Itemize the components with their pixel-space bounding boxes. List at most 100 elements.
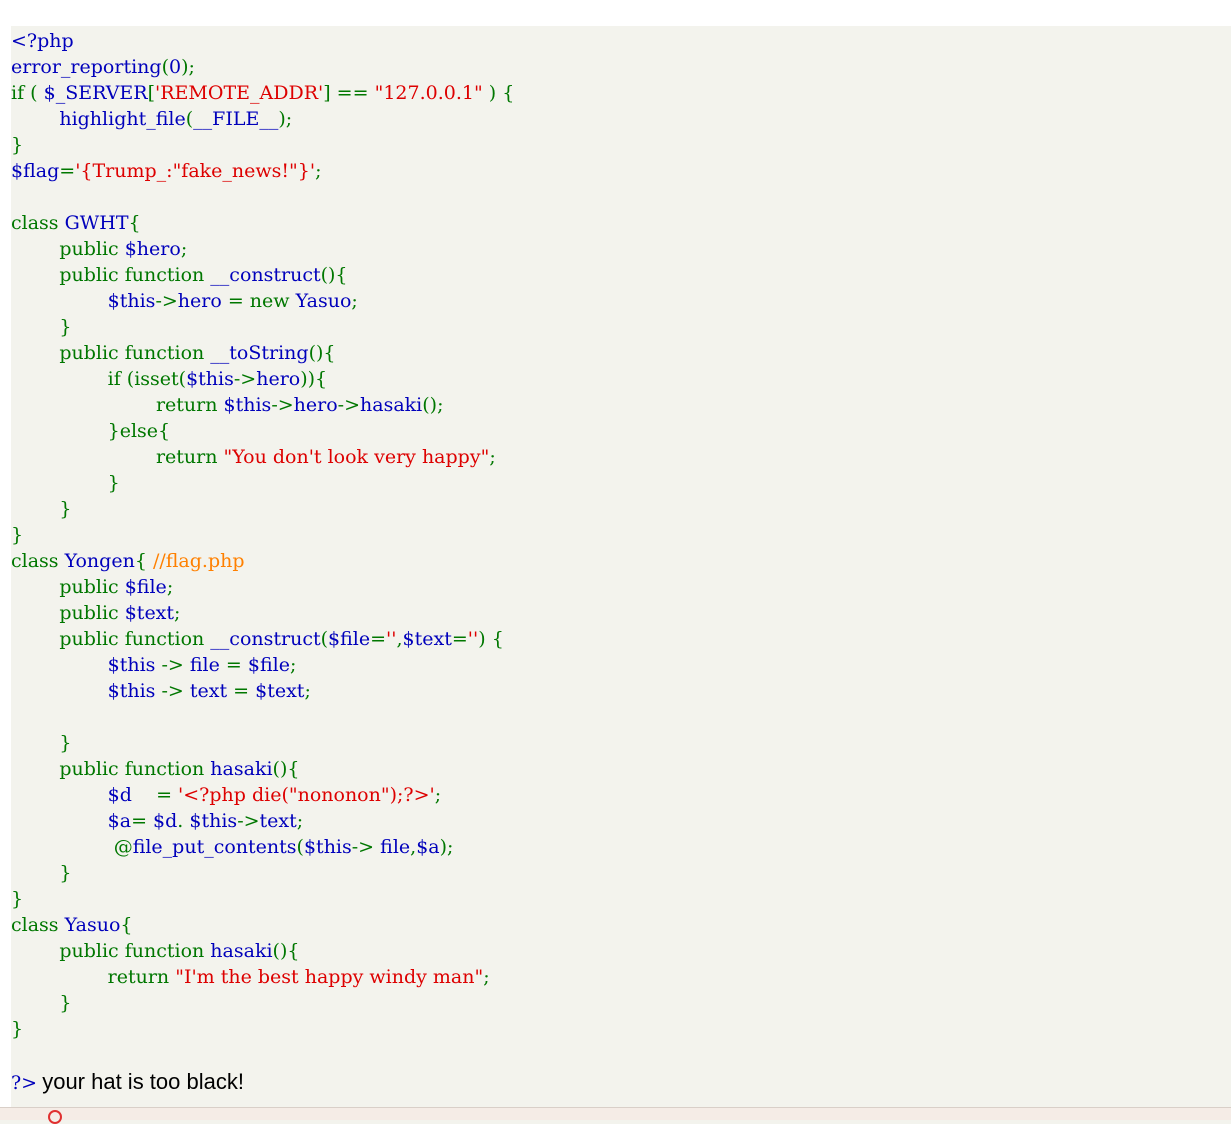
code-token-keyword: return [11, 394, 224, 416]
code-token-keyword: (){ [320, 264, 348, 286]
code-token-default: __toString [210, 342, 309, 364]
code-line: public $text; [11, 600, 514, 626]
code-line: } [11, 1016, 514, 1042]
code-token-default: Yongen [64, 550, 135, 572]
code-token-keyword: (){ [308, 342, 336, 364]
code-token-keyword: ] == [323, 82, 375, 104]
code-line: }else{ [11, 418, 514, 444]
code-line: } [11, 470, 514, 496]
code-token-default: file [189, 654, 226, 676]
code-token-keyword: (){ [272, 940, 300, 962]
code-line: class Yongen{ //flag.php [11, 548, 514, 574]
code-line: public $hero; [11, 236, 514, 262]
code-token-keyword: @ [113, 836, 133, 858]
code-line: public function hasaki(){ [11, 938, 514, 964]
code-token-default: $file [247, 654, 290, 676]
code-token-keyword: ; [351, 290, 358, 312]
code-line: } [11, 860, 514, 886]
code-token-default: $this [186, 368, 234, 390]
code-token-keyword: } [11, 134, 24, 156]
code-token-keyword: = [451, 628, 468, 650]
code-token-keyword: return [11, 446, 224, 468]
code-line: class GWHT{ [11, 210, 514, 236]
code-token-string: 'REMOTE_ADDR' [155, 82, 324, 104]
code-token-keyword: } [11, 472, 120, 494]
bottom-status-bar [0, 1107, 1231, 1120]
code-token-default: $a [107, 810, 132, 832]
code-token-default: hero [256, 368, 301, 390]
code-token-keyword: )){ [300, 368, 328, 390]
code-token-keyword: class [11, 212, 65, 234]
code-token-default: $_SERVER [43, 82, 148, 104]
code-token-keyword: } [11, 888, 24, 910]
code-token-keyword: -> [161, 654, 190, 676]
code-line: return $this->hero->hasaki(); [11, 392, 514, 418]
code-token-keyword: = [131, 810, 154, 832]
code-token-keyword [11, 784, 108, 806]
code-token-keyword: public [11, 576, 125, 598]
code-token-keyword: public function [11, 628, 211, 650]
code-token-keyword: ; [180, 238, 188, 260]
code-line: } [11, 522, 514, 548]
code-line: } [11, 730, 514, 756]
code-line: public function __construct(){ [11, 262, 514, 288]
code-token-default: $file [328, 628, 371, 650]
code-token-default: 0 [168, 56, 182, 78]
code-token-keyword: ); [278, 108, 293, 130]
code-token-default: file [380, 836, 411, 858]
code-token-string: "127.0.0.1" [374, 82, 483, 104]
code-token-string: '' [386, 628, 397, 650]
code-token-default: $d [107, 784, 157, 806]
code-token-default: text [259, 810, 297, 832]
code-token-keyword: ; [166, 576, 174, 598]
code-token-keyword: ( [320, 628, 329, 650]
output-line: ?> your hat is too black! [11, 1069, 244, 1099]
code-token-keyword: public [11, 602, 125, 624]
code-token-keyword: -> [155, 290, 178, 312]
code-line: $this->hero = new Yasuo; [11, 288, 514, 314]
code-token-default: __FILE__ [193, 108, 279, 130]
code-token-string: '<?php die("nononon");?>' [178, 784, 435, 806]
code-token-default: $this [189, 810, 238, 832]
code-line: public function hasaki(){ [11, 756, 514, 782]
code-token-keyword: ) { [478, 628, 504, 650]
code-token-keyword: public function [11, 758, 211, 780]
code-line: public function __toString(){ [11, 340, 514, 366]
code-token-default: $this [107, 654, 162, 676]
code-token-keyword: = [225, 654, 248, 676]
code-token-keyword: } [11, 498, 72, 520]
code-token-default: $d [153, 810, 178, 832]
code-token-default: $text [402, 628, 452, 650]
code-token-default: __construct [210, 264, 321, 286]
code-token-keyword: -> [161, 680, 190, 702]
code-token-keyword: ; [434, 784, 442, 806]
code-token-keyword: = [59, 160, 76, 182]
code-token-default: file_put_contents [132, 836, 297, 858]
code-token-keyword: ; [174, 602, 181, 624]
code-line: error_reporting(0); [11, 54, 514, 80]
code-line: highlight_file(__FILE__); [11, 106, 514, 132]
highlighted-php-source: <?php error_reporting(0); if ( $_SERVER['R… [11, 28, 514, 1068]
code-token-keyword: if (isset( [11, 368, 187, 390]
code-token-comment: //flag.php [152, 550, 245, 572]
code-line: @file_put_contents($this-> file,$a); [11, 834, 514, 860]
code-line: } [11, 496, 514, 522]
code-line: } [11, 886, 514, 912]
code-token-keyword: -> [233, 368, 257, 390]
php-close-tag: ?> [11, 1072, 38, 1094]
code-token-default: GWHT [64, 212, 129, 234]
code-token-string: '{Trump_:"fake_news!"}' [75, 160, 316, 182]
code-token-keyword: class [11, 914, 65, 936]
code-token-default: <?php [11, 30, 74, 52]
code-token-keyword: }else{ [11, 420, 171, 442]
code-token-default: text [189, 680, 234, 702]
code-token-default: $this [107, 680, 162, 702]
code-token-keyword: class [11, 550, 65, 572]
code-token-default: $file [124, 576, 167, 598]
code-token-keyword: -> [337, 394, 361, 416]
code-token-default: Yasuo [295, 290, 352, 312]
code-token-default: __construct [210, 628, 321, 650]
code-token-keyword: = [370, 628, 387, 650]
code-token-keyword: } [11, 862, 72, 884]
